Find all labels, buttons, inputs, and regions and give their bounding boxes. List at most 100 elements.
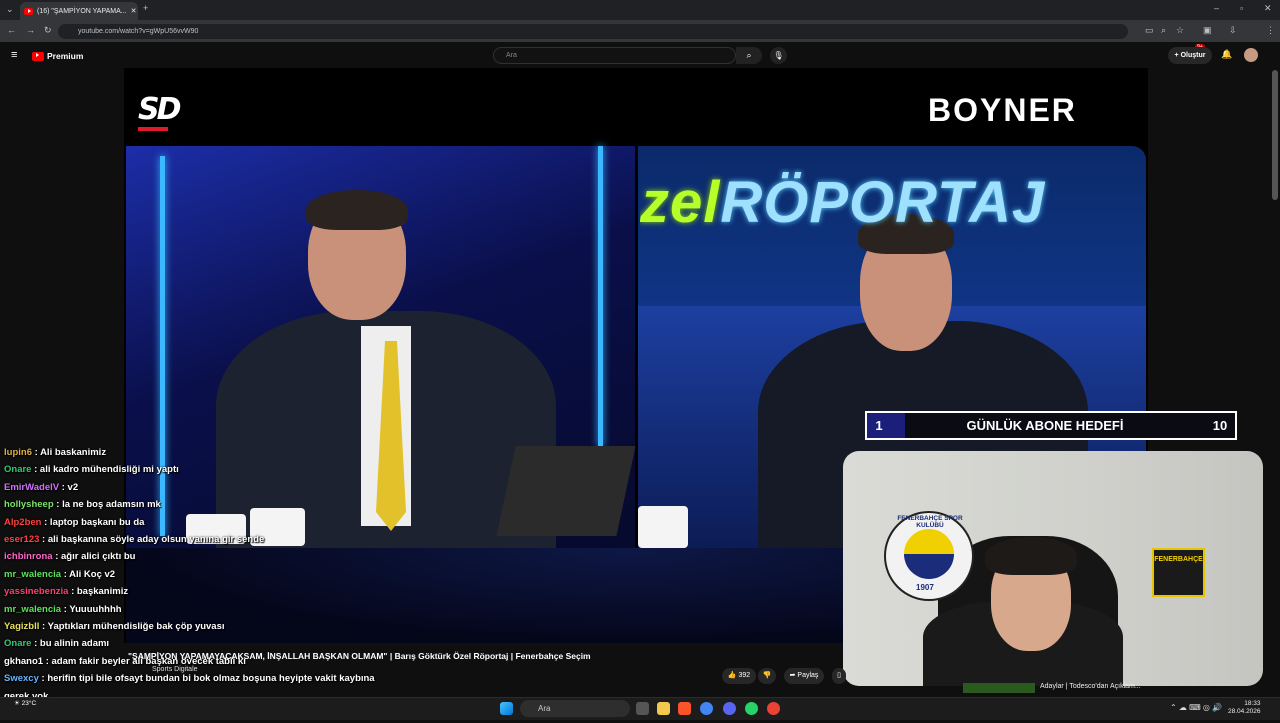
sponsor-logo: BOYNER: [928, 92, 1077, 128]
youtube-logo-text: Premium: [47, 51, 84, 61]
downloads-icon[interactable]: ⇩: [1229, 25, 1237, 36]
close-window-icon[interactable]: ✕: [1264, 3, 1272, 14]
file-explorer-icon[interactable]: [657, 702, 670, 715]
channel-name[interactable]: Sports Digitale: [152, 666, 198, 673]
chat-text: : Ali Koç v2: [63, 568, 116, 580]
chat-username: mr_walencia: [4, 568, 62, 580]
neon-light-right: [598, 146, 603, 446]
chat-username: yassinebenzia: [4, 586, 69, 598]
cast-icon[interactable]: ▭: [1145, 25, 1154, 36]
weather-temp: 23°C: [21, 700, 37, 707]
system-clock[interactable]: 18:33 28.04.2026: [1228, 700, 1261, 716]
chat-message: Swexcy : herifin tipi bile ofsayt bundan…: [4, 670, 424, 687]
chat-text: : la ne boş adamsın mk: [56, 499, 161, 511]
chat-overlay: lupin6 : Ali baskanimiz Onare : ali kadro…: [4, 444, 424, 723]
chat-text: : herifin tipi bile ofsayt bundan bi bok…: [41, 673, 375, 685]
tab-title: (16) "ŞAMPİYON YAPAMA...: [37, 7, 127, 15]
share-button[interactable]: ➦ Paylaş: [784, 668, 824, 684]
tray-icons[interactable]: ⌃ ☁ ⌨ ◎ 🔊: [1170, 703, 1222, 712]
youtube-logo[interactable]: Premium: [32, 51, 83, 61]
close-tab-icon[interactable]: ✕: [131, 7, 137, 15]
chat-username: lupin6: [4, 447, 32, 458]
save-button[interactable]: ▯: [832, 668, 846, 684]
task-view-icon[interactable]: [636, 702, 649, 715]
chat-message: mr_walencia : Ali Koç v2: [4, 566, 424, 583]
like-button[interactable]: 👍 392: [722, 668, 756, 684]
tab-menu-icon[interactable]: ⌄: [6, 4, 14, 15]
chat-text: : Yuuuuhhhh: [63, 603, 122, 615]
banner-roportaj: RÖPORTAJ: [720, 170, 1046, 235]
whatsapp-icon[interactable]: [745, 702, 758, 715]
bell-icon[interactable]: 🔔: [1221, 49, 1232, 60]
mic-button[interactable]: 🎙: [770, 47, 787, 64]
chat-message: mr_walencia : Yuuuuhhhh: [4, 601, 424, 618]
presenter-hair: [306, 190, 408, 230]
avatar[interactable]: [1244, 48, 1258, 62]
search-input[interactable]: Ara: [493, 47, 736, 64]
scrollbar[interactable]: [1272, 70, 1278, 200]
chat-text: : ali kadro mühendisliği mi yaptı: [34, 464, 179, 476]
chat-message: ichbinrona : ağır alici çıktı bu: [4, 548, 424, 565]
like-count: 392: [738, 672, 751, 679]
browser-tab[interactable]: (16) "ŞAMPİYON YAPAMA... ✕: [20, 2, 138, 20]
chat-username: EmirWadelV: [4, 481, 60, 493]
browser-menu-icon[interactable]: ⋮: [1266, 25, 1275, 36]
chat-username: gkhano1: [4, 655, 44, 667]
chat-username: Onare: [4, 638, 32, 650]
windows-start-icon[interactable]: [500, 702, 513, 715]
dislike-button[interactable]: 👎: [758, 668, 776, 684]
emblem-year: 1907: [916, 583, 934, 592]
banner-ozel: zel: [640, 170, 721, 235]
fenerbahce-emblem: FENERBAHÇE SPOR KULÜBÜ 1907: [884, 511, 974, 601]
brave-icon[interactable]: [678, 702, 691, 715]
maximize-icon[interactable]: ▫: [1240, 3, 1243, 13]
zoom-icon[interactable]: ⌕: [1161, 25, 1166, 36]
new-tab-icon[interactable]: +: [143, 3, 148, 13]
discord-icon[interactable]: [723, 702, 736, 715]
chrome-profile-icon[interactable]: [767, 702, 780, 715]
share-icon: ➦: [789, 672, 796, 679]
flag-text: FENERBAHÇE: [1154, 556, 1203, 563]
goal-label: GÜNLÜK ABONE HEDEFİ: [966, 418, 1124, 433]
chat-message: lupin6 : Ali baskanimiz: [4, 444, 424, 461]
notification-text: Adaylar | Todesco'dan Açıklam...: [1040, 683, 1141, 690]
chat-username: Swexcy: [4, 673, 39, 685]
back-icon[interactable]: ←: [7, 25, 16, 35]
chat-text: : v2: [61, 481, 79, 493]
chat-text: : laptop başkanı bu da: [44, 516, 145, 528]
search-button[interactable]: ⌕: [736, 47, 762, 64]
chat-username: Yagizbll: [4, 621, 40, 633]
chat-message: yassinebenzia : başkanimiz: [4, 583, 424, 600]
url-field[interactable]: youtube.com/watch?v=gWpU56vvW90: [58, 24, 1128, 39]
minimize-icon[interactable]: –: [1214, 3, 1219, 13]
share-label: Paylaş: [797, 672, 819, 679]
bookmark-star-icon[interactable]: ☆: [1176, 25, 1184, 36]
next-video-notification[interactable]: Adaylar | Todesco'dan Açıklam...: [963, 683, 1141, 693]
hamburger-menu-icon[interactable]: ≡: [11, 49, 17, 61]
roportaj-banner: zelRÖPORTAJ: [640, 168, 1140, 238]
microphone-icon: 🎙: [773, 51, 784, 60]
like-icon: 👍: [727, 672, 737, 679]
clock-time: 18:33: [1244, 700, 1261, 707]
chrome-icon[interactable]: [700, 702, 713, 715]
dislike-icon: 👎: [762, 672, 772, 679]
create-button[interactable]: + Oluştur: [1168, 47, 1212, 64]
next-video-thumbnail: [963, 683, 1035, 693]
chat-message: Yagizbll : Yaptıkları mühendisliğe bak ç…: [4, 618, 424, 635]
chat-message: eser123 : ali başkanına söyle aday olsun…: [4, 531, 424, 548]
create-label: Oluştur: [1180, 52, 1206, 59]
chat-username: ichbinrona: [4, 551, 53, 563]
chat-message: hollysheep : la ne boş adamsın mk: [4, 496, 424, 513]
extensions-icon[interactable]: ▣: [1203, 25, 1212, 36]
bookmark-icon: ▯: [837, 672, 841, 679]
weather-widget[interactable]: ☀ 23°C: [14, 700, 36, 708]
chat-text: : bu alinin adamı: [34, 638, 110, 650]
taskbar-search[interactable]: Ara: [520, 700, 630, 717]
chat-username: mr_walencia: [4, 603, 62, 615]
reload-icon[interactable]: ↻: [44, 25, 52, 36]
forward-icon[interactable]: →: [26, 25, 35, 35]
subscriber-goal-box: 1 GÜNLÜK ABONE HEDEFİ 10: [865, 411, 1237, 440]
laptop: [496, 446, 636, 536]
clock-date: 28.04.2026: [1228, 708, 1261, 715]
chat-text: : Yaptıkları mühendisliğe bak çöp yuvası: [42, 621, 225, 633]
